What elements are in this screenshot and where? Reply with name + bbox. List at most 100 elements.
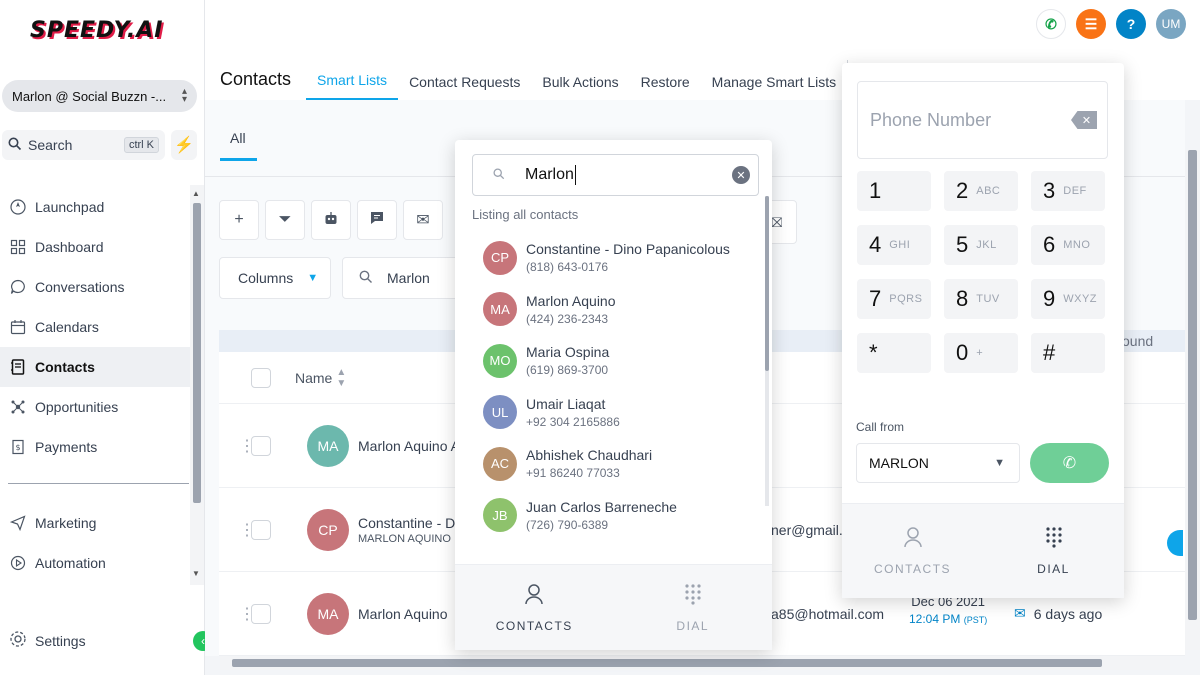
up-down-chevron-icon: ▴ ▾ [181, 86, 187, 105]
key-6[interactable]: 6 MNO [1031, 225, 1105, 265]
results-scrollbar[interactable] [765, 196, 769, 506]
contact-name: Maria Ospina [526, 344, 610, 361]
chevron-down-icon: ▼ [994, 457, 1005, 469]
key-3[interactable]: 3 DEF [1031, 171, 1105, 211]
tab-restore[interactable]: Restore [630, 74, 701, 100]
last-activity: ✉ 6 days ago [1014, 605, 1102, 622]
tab-contacts[interactable]: CONTACTS [842, 504, 983, 598]
sidebar-item-automation[interactable]: Automation [0, 543, 190, 583]
message-icon [369, 210, 385, 231]
contact-search-field[interactable]: Marlon ✕ [472, 154, 759, 196]
contact-results-list: CP Constantine - Dino Papanicolous (818) … [455, 232, 763, 541]
account-switcher[interactable]: Marlon @ Social Buzzn -... ▴ ▾ [2, 80, 197, 112]
columns-dropdown[interactable]: Columns ▼ [219, 257, 331, 299]
contact-name[interactable]: Marlon Aquino [358, 606, 448, 622]
sidebar-search[interactable]: Search ctrl K [2, 130, 165, 160]
list-item[interactable]: MO Maria Ospina (619) 869-3700 [455, 335, 763, 387]
key-digit: 8 [956, 286, 969, 311]
add-contact-button[interactable]: + [219, 200, 259, 240]
contact-email[interactable]: a85@hotmail.com [771, 606, 884, 622]
list-item[interactable]: JB Juan Carlos Barreneche (726) 790-6389 [455, 490, 763, 542]
key-2[interactable]: 2 ABC [944, 171, 1018, 211]
quick-action-button[interactable]: ⚡ [171, 130, 197, 160]
key-hash[interactable]: # [1031, 333, 1105, 373]
drag-handle-icon[interactable]: ⋮ [239, 604, 255, 624]
key-7[interactable]: 7 PQRS [857, 279, 931, 319]
key-5[interactable]: 5 JKL [944, 225, 1018, 265]
key-digit: 4 [869, 232, 882, 257]
key-4[interactable]: 4 GHI [857, 225, 931, 265]
key-0[interactable]: 0 + [944, 333, 1018, 373]
contact-name[interactable]: Marlon Aquino Ac [358, 438, 467, 454]
sidebar-item-contacts[interactable]: Contacts [0, 347, 190, 387]
sidebar-item-label: Calendars [35, 319, 99, 335]
sidebar-item-conversations[interactable]: Conversations [0, 267, 190, 307]
phone-number-input[interactable]: Phone Number ✕ [857, 81, 1108, 159]
drag-handle-icon[interactable]: ⋮ [239, 520, 255, 540]
tab-manage-smart-lists[interactable]: Manage Smart Lists [701, 74, 848, 100]
row-checkbox[interactable] [251, 603, 271, 624]
help-button[interactable]: ? [1116, 9, 1146, 39]
sidebar-item-settings[interactable]: Settings [9, 630, 86, 651]
vertical-scrollbar[interactable] [1185, 150, 1200, 650]
tab-contact-requests[interactable]: Contact Requests [398, 74, 531, 100]
scrollbar-thumb[interactable] [232, 659, 1102, 667]
sidebar-item-dashboard[interactable]: Dashboard [0, 227, 190, 267]
contact-email[interactable]: ner@gmail.c [771, 522, 850, 538]
scroll-down-arrow-icon[interactable]: ▼ [192, 569, 200, 578]
filter-button[interactable]: ⏷ [265, 200, 305, 240]
email-button[interactable]: ✉ [403, 200, 443, 240]
scrollbar-thumb[interactable] [193, 203, 201, 503]
scrollbar-thumb[interactable] [765, 196, 769, 371]
call-button[interactable]: ✆ [1030, 443, 1109, 483]
column-header-name[interactable]: Name [295, 370, 332, 386]
contact-phone: +91 86240 77033 [526, 466, 620, 481]
sidebar-item-calendars[interactable]: Calendars [0, 307, 190, 347]
horizontal-scrollbar[interactable] [220, 656, 1170, 670]
sidebar: SPEEDY.AI Marlon @ Social Buzzn -... ▴ ▾ … [0, 0, 205, 675]
tasks-button[interactable]: ☰ [1076, 9, 1106, 39]
list-item[interactable]: AC Abhishek Chaudhari +91 86240 77033 [455, 438, 763, 490]
tab-all[interactable]: All [220, 130, 257, 161]
drag-handle-icon[interactable]: ⋮ [239, 436, 255, 456]
contacts-search-input[interactable]: Marlon [342, 257, 472, 299]
scrollbar-thumb[interactable] [1188, 150, 1197, 620]
call-from-select[interactable]: MARLON ▼ [856, 443, 1020, 483]
list-item[interactable]: UL Umair Liaqat +92 304 2165886 [455, 387, 763, 439]
contacts-tabs: Contacts Smart Lists Contact Requests Bu… [220, 58, 849, 100]
sidebar-item-marketing[interactable]: Marketing [0, 503, 190, 543]
envelope-icon: ✉ [416, 212, 430, 229]
phone-icon: ✆ [1045, 15, 1057, 32]
backspace-icon[interactable]: ✕ [1071, 111, 1097, 129]
sidebar-item-payments[interactable]: $ Payments [0, 427, 190, 467]
clear-icon[interactable]: ✕ [732, 166, 750, 184]
sort-icon[interactable]: ▲ ▼ [336, 367, 346, 389]
sidebar-item-launchpad[interactable]: Launchpad [0, 187, 190, 227]
row-checkbox[interactable] [251, 519, 271, 540]
sidebar-scrollbar[interactable]: ▲ ▼ [190, 185, 204, 585]
avatar: CP [483, 240, 517, 275]
tab-contacts[interactable]: CONTACTS [455, 565, 614, 650]
select-all-checkbox[interactable] [251, 367, 271, 388]
scroll-up-arrow-icon[interactable]: ▲ [192, 189, 200, 198]
sidebar-item-opportunities[interactable]: Opportunities [0, 387, 190, 427]
tab-dial[interactable]: DIAL [614, 565, 773, 650]
key-8[interactable]: 8 TUV [944, 279, 1018, 319]
user-avatar-button[interactable]: UM [1156, 9, 1186, 39]
phone-button[interactable]: ✆ [1036, 9, 1066, 39]
list-item[interactable]: MA Marlon Aquino (424) 236-2343 [455, 284, 763, 336]
tab-bulk-actions[interactable]: Bulk Actions [531, 74, 629, 100]
message-button[interactable] [357, 200, 397, 240]
list-item[interactable]: CP Constantine - Dino Papanicolous (818) … [455, 232, 763, 284]
tab-dial[interactable]: DIAL [983, 504, 1124, 598]
key-9[interactable]: 9 WXYZ [1031, 279, 1105, 319]
timezone: (PST) [963, 615, 988, 625]
contact-name: Juan Carlos Barreneche [526, 498, 677, 515]
automation-button[interactable] [311, 200, 351, 240]
brand-logo[interactable]: SPEEDY.AI [30, 18, 163, 43]
row-checkbox[interactable] [251, 435, 271, 456]
rocket-icon [9, 198, 27, 216]
tab-smart-lists[interactable]: Smart Lists [306, 72, 399, 100]
key-star[interactable]: * [857, 333, 931, 373]
key-1[interactable]: 1 [857, 171, 931, 211]
